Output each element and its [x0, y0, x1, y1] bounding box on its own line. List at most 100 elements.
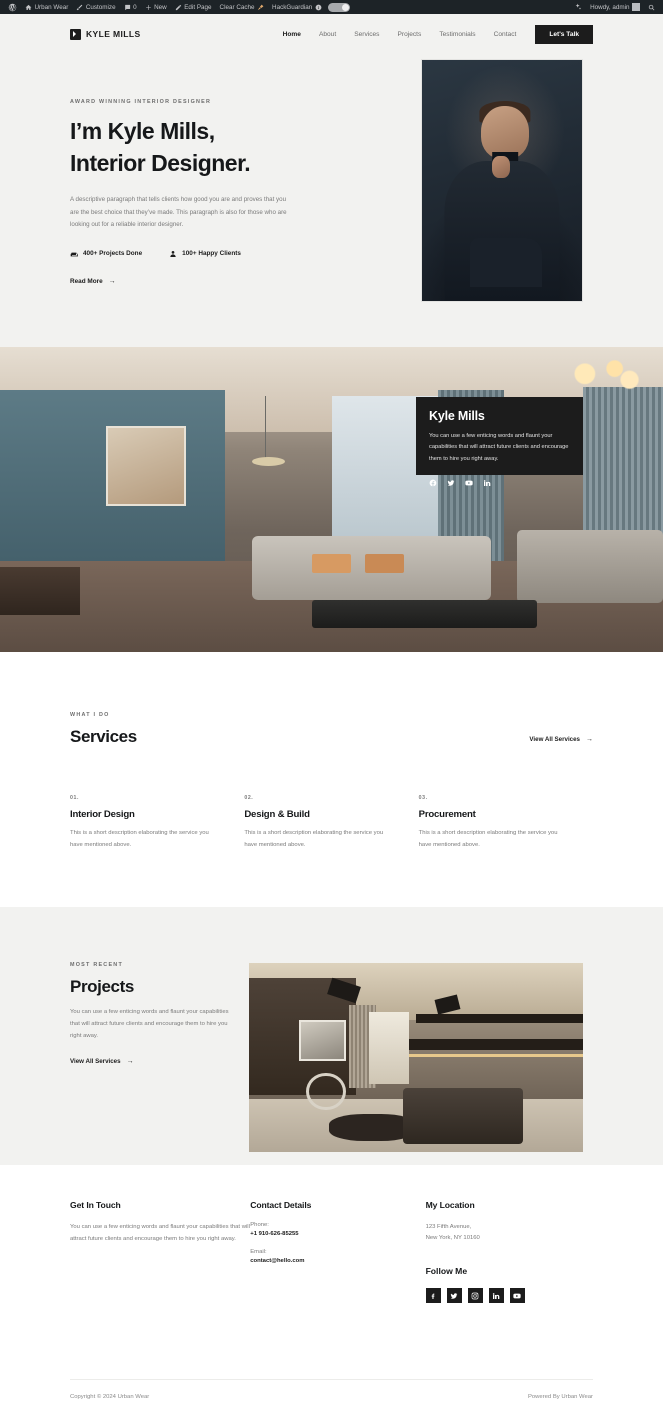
wordpress-icon: [8, 3, 17, 11]
adminbar-new-label: New: [154, 3, 167, 11]
project-featured-image[interactable]: [249, 963, 583, 1152]
adminbar-new-content[interactable]: New: [141, 0, 171, 14]
banner-chandelier: [556, 359, 650, 396]
instagram-icon[interactable]: [467, 1288, 483, 1304]
arrow-right-icon: →: [126, 1058, 134, 1066]
broom-icon: [257, 4, 264, 10]
stat-projects-done: 400+ Projects Done: [70, 250, 142, 258]
follow-me-title: Follow Me: [425, 1266, 468, 1277]
hackguardian-toggle[interactable]: [328, 2, 351, 12]
brand-name: KYLE MILLS: [86, 29, 141, 39]
service-name: Interior Design: [70, 809, 135, 820]
search-icon: [648, 4, 655, 10]
banner-pillow-one: [311, 554, 352, 573]
banner-profile-card: Kyle Mills You can use a few enticing wo…: [416, 397, 583, 487]
adminbar-edit-page[interactable]: Edit Page: [171, 0, 216, 14]
comment-icon: [124, 4, 130, 10]
linkedin-icon[interactable]: [483, 474, 491, 492]
banner-cabinet: [0, 566, 80, 616]
portrait-arm: [470, 238, 542, 287]
project-window: [369, 1012, 410, 1084]
banner-pendant-cord: [265, 395, 267, 463]
phone-value[interactable]: +1 910-626-85255: [250, 1231, 425, 1237]
nav-item-services[interactable]: Services: [345, 31, 388, 38]
twitter-icon[interactable]: [447, 474, 455, 492]
services-grid: 01. Interior Design This is a short desc…: [70, 795, 593, 852]
pencil-icon: [175, 4, 181, 10]
services-section: WHAT I DO Services View All Services → 0…: [0, 652, 663, 907]
site-header: KYLE MILLS Home About Services Projects …: [0, 14, 663, 54]
banner-pendant-bulb: [251, 456, 286, 466]
services-view-all-link[interactable]: View All Services →: [529, 736, 593, 747]
person-icon: [170, 250, 176, 257]
nav-item-projects[interactable]: Projects: [388, 31, 430, 38]
adminbar-comments[interactable]: 0: [120, 0, 141, 14]
get-in-touch-title: Get In Touch: [70, 1200, 121, 1210]
service-name: Procurement: [418, 809, 476, 820]
adminbar-clear-cache[interactable]: Clear Cache: [216, 0, 269, 14]
facebook-icon[interactable]: [429, 474, 437, 492]
hero-portrait-image: [421, 59, 583, 302]
adminbar-ai-menu[interactable]: [570, 0, 586, 14]
service-description: This is a short description elaborating …: [244, 830, 384, 848]
adminbar-site-name[interactable]: Urban Wear: [21, 0, 72, 14]
brush-icon: [77, 4, 83, 10]
address: 123 Fifth Avenue, New York, NY 10160: [426, 1222, 593, 1244]
service-name: Design & Build: [244, 809, 310, 820]
service-description: This is a short description elaborating …: [70, 830, 209, 848]
adminbar-howdy-label: Howdy, admin: [590, 3, 630, 11]
footer-contact-details: Contact Details Phone: +1 910-626-85255 …: [250, 1200, 425, 1303]
project-shelf-upper: [416, 1014, 583, 1024]
footer-location: My Location 123 Fifth Avenue, New York, …: [425, 1200, 593, 1304]
powered-by-text: Powered By Urban Wear: [527, 1393, 593, 1400]
interior-banner-section: Kyle Mills You can use a few enticing wo…: [0, 347, 663, 652]
lets-talk-button[interactable]: Let's Talk: [535, 24, 593, 44]
service-card[interactable]: 03. Procurement This is a short descript…: [419, 795, 593, 852]
service-card[interactable]: 02. Design & Build This is a short descr…: [244, 795, 418, 852]
adminbar-hackguardian[interactable]: HackGuardian: [268, 0, 354, 14]
footer-columns: Get In Touch You can use a few enticing …: [70, 1200, 593, 1304]
twitter-icon[interactable]: [446, 1288, 462, 1304]
adminbar-search[interactable]: [644, 0, 659, 14]
wp-logo-menu[interactable]: [4, 0, 21, 14]
project-sofa: [402, 1087, 523, 1145]
nav-item-about[interactable]: About: [310, 31, 345, 38]
arrow-right-icon: →: [586, 736, 593, 743]
facebook-icon[interactable]: [425, 1288, 441, 1304]
address-line-1: 123 Fifth Avenue,: [425, 1224, 472, 1230]
hero-title-line2: Interior Designer.: [70, 149, 251, 176]
avatar: [632, 3, 640, 11]
nav-item-testimonials[interactable]: Testimonials: [430, 31, 484, 38]
youtube-icon[interactable]: [465, 474, 473, 492]
contact-details-title: Contact Details: [250, 1200, 312, 1210]
project-round-chair: [305, 1072, 346, 1111]
hero-section: AWARD WINNING INTERIOR DESIGNER I’m Kyle…: [0, 54, 663, 347]
sparkle-icon: [575, 3, 582, 10]
footer-socials: [425, 1288, 593, 1304]
banner-card-socials: [429, 474, 570, 492]
project-wall-art: [299, 1019, 346, 1062]
projects-description: You can use a few enticing words and fla…: [70, 1009, 229, 1039]
youtube-icon[interactable]: [509, 1288, 525, 1304]
hero-title-line1: I’m Kyle Mills,: [70, 118, 215, 144]
footer-get-in-touch: Get In Touch You can use a few enticing …: [70, 1200, 250, 1303]
adminbar-my-account[interactable]: Howdy, admin: [586, 0, 644, 14]
hero-paragraph: A descriptive paragraph that tells clien…: [70, 196, 287, 229]
address-line-2: New York, NY 10160: [425, 1235, 480, 1242]
project-led-strip: [409, 1053, 583, 1058]
service-number: 01.: [70, 795, 80, 801]
email-value[interactable]: contact@hello.com: [250, 1258, 425, 1264]
nav-item-contact[interactable]: Contact: [485, 31, 526, 38]
site-logo[interactable]: KYLE MILLS: [70, 28, 141, 40]
adminbar-customize[interactable]: Customize: [72, 0, 119, 14]
service-card[interactable]: 01. Interior Design This is a short desc…: [70, 795, 244, 852]
adminbar-site-label: Urban Wear: [34, 3, 69, 11]
nav-item-home[interactable]: Home: [274, 31, 310, 38]
banner-card-title: Kyle Mills: [429, 409, 485, 423]
wp-admin-bar: Urban Wear Customize 0 New Edit Page Cle…: [0, 0, 663, 14]
linkedin-icon[interactable]: [488, 1288, 504, 1304]
email-label: Email:: [250, 1249, 267, 1255]
get-in-touch-description: You can use a few enticing words and fla…: [70, 1224, 250, 1242]
banner-coffee-table: [311, 600, 538, 628]
primary-nav: Home About Services Projects Testimonial…: [274, 24, 593, 44]
